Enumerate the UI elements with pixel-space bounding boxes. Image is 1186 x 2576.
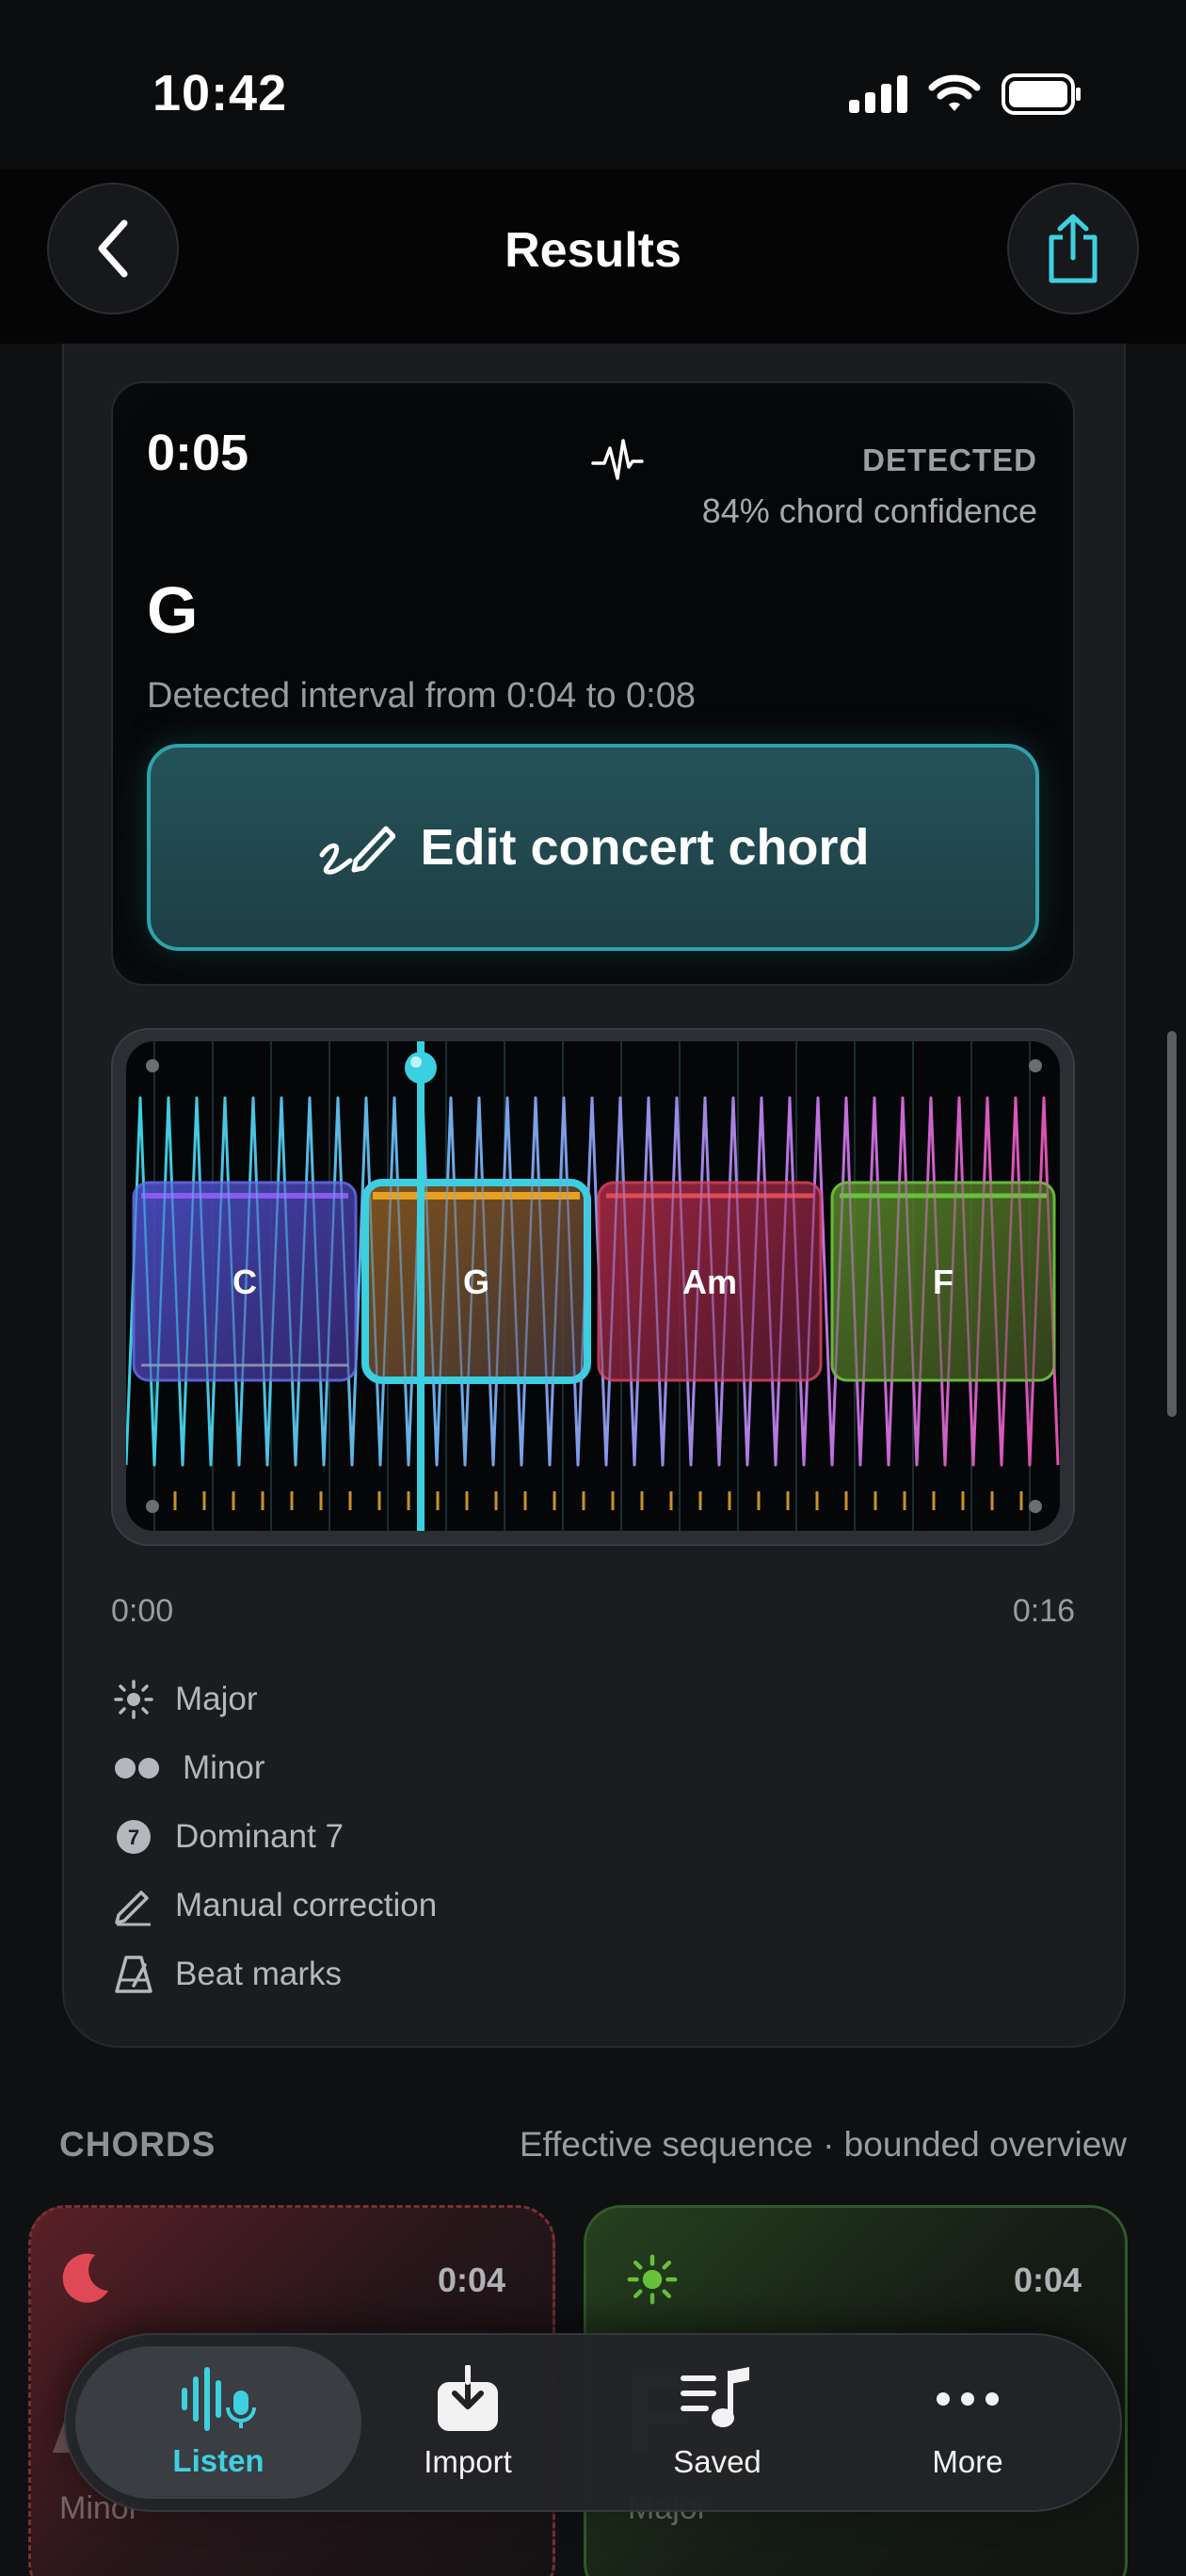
more-dots-icon — [937, 2392, 999, 2406]
svg-text:7: 7 — [128, 1826, 139, 1849]
share-button[interactable] — [1007, 183, 1139, 314]
dots-icon — [115, 1758, 159, 1779]
status-time: 10:42 — [152, 65, 288, 121]
tab-label: Import — [424, 2444, 512, 2479]
chord-card-time: 0:04 — [437, 2261, 505, 2299]
signal-icon — [849, 75, 907, 113]
legend-label: Major — [175, 1681, 258, 1717]
listen-mic-icon — [182, 2367, 256, 2431]
legend-minor: Minor — [113, 1747, 265, 1789]
sun-icon — [627, 2254, 678, 2305]
waveform-pulse-icon — [591, 439, 644, 480]
legend-major: Major — [113, 1679, 258, 1720]
legend-label: Beat marks — [175, 1956, 342, 1992]
legend-label: Manual correction — [175, 1887, 438, 1924]
chords-section-title: CHORDS — [59, 2125, 216, 2164]
tab-label: Listen — [172, 2443, 264, 2478]
chords-section-subtitle: Effective sequence · bounded overview — [519, 2125, 1127, 2164]
legend-manual-correction: Manual correction — [113, 1885, 437, 1926]
tab-label: Saved — [673, 2444, 761, 2479]
timeline-start-time: 0:00 — [111, 1593, 174, 1629]
import-icon — [438, 2365, 498, 2431]
saved-music-list-icon — [681, 2367, 749, 2427]
edit-concert-chord-button[interactable]: Edit concert chord — [147, 744, 1039, 951]
legend-label: Minor — [183, 1749, 265, 1786]
segment-label-am: Am — [682, 1263, 737, 1301]
battery-icon — [1002, 73, 1081, 115]
detected-chord-name: G — [147, 573, 199, 647]
legend-label: Dominant 7 — [175, 1818, 344, 1855]
segment-label-g: G — [463, 1263, 489, 1301]
legend-beat-marks: Beat marks — [113, 1954, 342, 1995]
legend-dominant-7: 7 Dominant 7 — [113, 1816, 344, 1858]
tab-saved[interactable]: Saved — [585, 2346, 849, 2499]
share-icon — [1049, 214, 1098, 283]
chord-timeline[interactable]: C G Am F — [126, 1041, 1060, 1531]
timeline-end-time: 0:16 — [1012, 1593, 1075, 1629]
status-icons — [849, 73, 1082, 115]
tab-label: More — [932, 2444, 1003, 2479]
edit-button-label: Edit concert chord — [420, 819, 870, 876]
moon-icon — [62, 2253, 108, 2303]
sun-icon — [114, 1680, 153, 1719]
tab-import[interactable]: Import — [336, 2346, 600, 2499]
segment-label-c: C — [232, 1263, 257, 1301]
current-time: 0:05 — [147, 425, 249, 481]
seven-badge-icon: 7 — [117, 1820, 151, 1854]
tab-listen[interactable]: Listen — [75, 2346, 361, 2499]
pencil-scribble-icon — [319, 826, 396, 875]
chord-confidence: 84% chord confidence — [701, 491, 1037, 530]
pencil-icon — [115, 1891, 151, 1926]
chord-timeline-svg: C G Am F — [126, 1041, 1060, 1531]
chord-card-time: 0:04 — [1013, 2261, 1082, 2299]
wifi-icon — [928, 74, 981, 111]
detection-status: DETECTED — [862, 443, 1037, 477]
detected-interval: Detected interval from 0:04 to 0:08 — [147, 676, 696, 716]
scrollbar[interactable] — [1167, 1031, 1177, 1417]
tab-more[interactable]: More — [836, 2346, 1099, 2499]
metronome-icon — [115, 1956, 152, 1993]
segment-label-f: F — [933, 1263, 954, 1301]
playhead-knob[interactable] — [405, 1052, 437, 1084]
